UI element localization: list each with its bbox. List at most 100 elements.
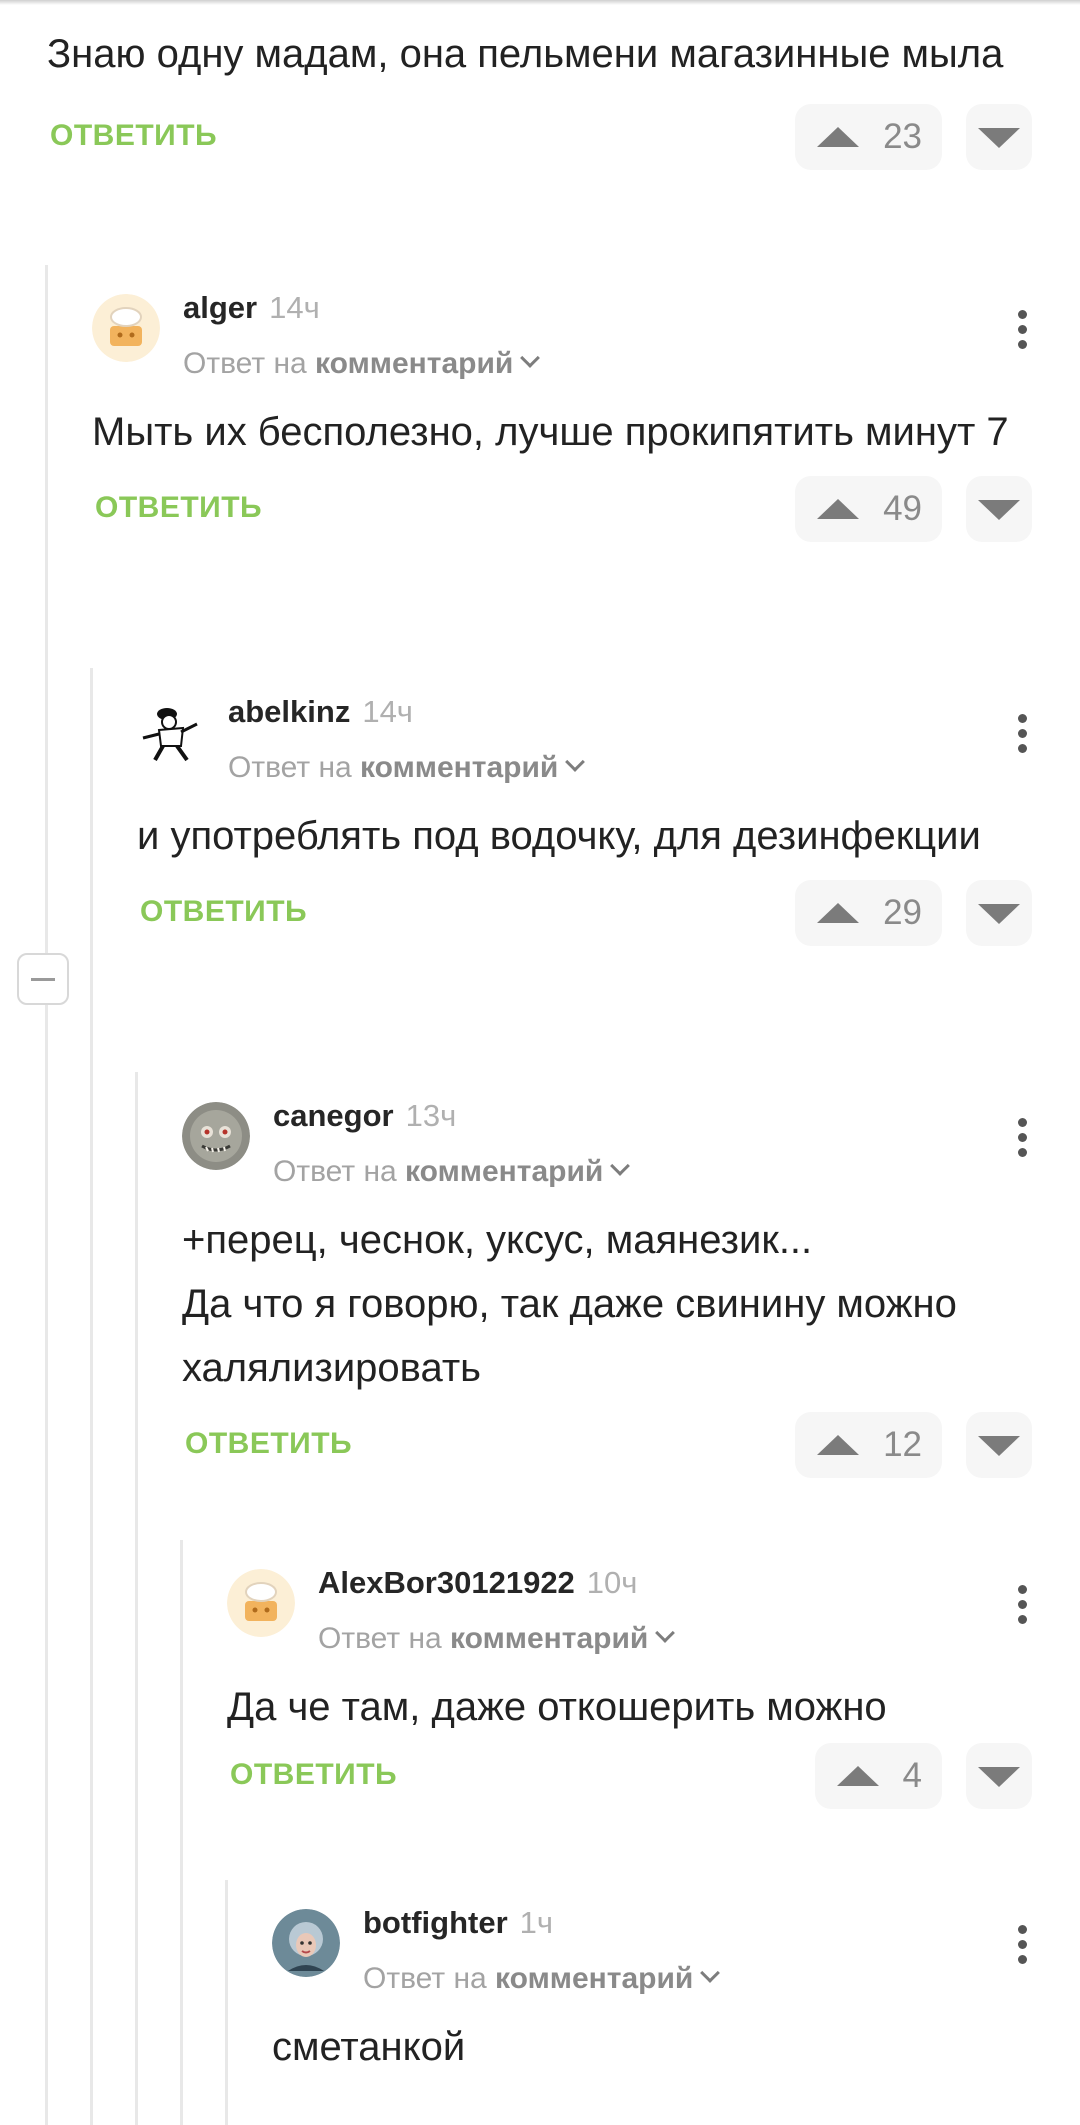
reply-to-prefix: Ответ на bbox=[228, 751, 352, 784]
reply-to-prefix: Ответ на bbox=[273, 1155, 397, 1188]
comment: AlexBor30121922 10ч Ответ на комментарий … bbox=[227, 1565, 1032, 1809]
collapse-thread-button[interactable] bbox=[17, 953, 69, 1005]
reply-to-target[interactable]: комментарий bbox=[315, 347, 513, 380]
more-menu-button[interactable] bbox=[1012, 1118, 1032, 1164]
dot bbox=[1017, 1118, 1027, 1127]
thread-line[interactable] bbox=[45, 265, 48, 2125]
more-menu-button[interactable] bbox=[1012, 1585, 1032, 1631]
comment-author[interactable]: botfighter 1ч bbox=[363, 1905, 553, 1941]
username[interactable]: abelkinz bbox=[228, 694, 350, 729]
vote-count: 29 bbox=[883, 893, 922, 932]
comment-actions: ОТВЕТИТЬ 4 bbox=[227, 1743, 1032, 1809]
comment-author[interactable]: abelkinz 14ч bbox=[228, 694, 413, 730]
minus-icon bbox=[31, 978, 55, 981]
comment-text: Знаю одну мадам, она пельмени магазинные… bbox=[47, 32, 1004, 76]
downvote-button[interactable] bbox=[966, 104, 1032, 170]
comment-header: abelkinz 14ч Ответ на комментарий bbox=[137, 694, 1032, 804]
arrow-down-icon bbox=[978, 500, 1020, 520]
username[interactable]: botfighter bbox=[363, 1905, 508, 1940]
comment-time: 14ч bbox=[362, 694, 413, 729]
username[interactable]: canegor bbox=[273, 1098, 394, 1133]
arrow-down-icon bbox=[978, 128, 1020, 148]
reply-to-prefix: Ответ на bbox=[363, 1962, 487, 1995]
reply-to-toggle[interactable]: Ответ на комментарий bbox=[363, 1962, 721, 1996]
dot bbox=[1017, 1940, 1027, 1949]
arrow-up-icon bbox=[817, 127, 860, 147]
dot bbox=[1017, 1925, 1027, 1934]
thread-line[interactable] bbox=[225, 1880, 228, 2125]
comment: botfighter 1ч Ответ на комментарий сметан… bbox=[272, 1905, 1032, 2079]
dot bbox=[1017, 714, 1027, 723]
thread-line[interactable] bbox=[90, 668, 93, 2125]
reply-to-toggle[interactable]: Ответ на комментарий bbox=[273, 1155, 631, 1189]
more-menu-button[interactable] bbox=[1012, 714, 1032, 760]
reply-to-target[interactable]: комментарий bbox=[495, 1962, 693, 1995]
vote-count: 49 bbox=[883, 489, 922, 528]
comment-author[interactable]: alger 14ч bbox=[183, 290, 320, 326]
comment: abelkinz 14ч Ответ на комментарий и употр… bbox=[137, 694, 1032, 946]
vote-count: 4 bbox=[902, 1756, 922, 1795]
arrow-up-icon bbox=[817, 1435, 860, 1455]
arrow-up-icon bbox=[817, 499, 860, 519]
avatar[interactable] bbox=[92, 294, 160, 362]
reply-to-target[interactable]: комментарий bbox=[405, 1155, 603, 1188]
upvote-button[interactable]: 4 bbox=[814, 1743, 942, 1809]
comment-time: 10ч bbox=[586, 1565, 638, 1600]
more-menu-button[interactable] bbox=[1012, 310, 1032, 356]
downvote-button[interactable] bbox=[966, 476, 1032, 542]
reply-to-toggle[interactable]: Ответ на комментарий bbox=[318, 1622, 676, 1656]
dot bbox=[1017, 325, 1027, 334]
chevron-down-icon bbox=[655, 1623, 676, 1643]
reply-to-toggle[interactable]: Ответ на комментарий bbox=[228, 751, 586, 785]
comment-actions: ОТВЕТИТЬ 23 bbox=[47, 104, 1032, 170]
comment-actions: ОТВЕТИТЬ 49 bbox=[92, 476, 1032, 542]
comment-author[interactable]: AlexBor30121922 10ч bbox=[318, 1565, 637, 1601]
reply-button[interactable]: ОТВЕТИТЬ bbox=[185, 1427, 352, 1461]
chevron-down-icon bbox=[565, 752, 586, 772]
avatar[interactable] bbox=[227, 1569, 295, 1637]
username[interactable]: AlexBor30121922 bbox=[318, 1565, 575, 1600]
dot bbox=[1017, 310, 1027, 319]
vote-count: 23 bbox=[883, 117, 922, 156]
comment: alger 14ч Ответ на комментарий Мыть их бе… bbox=[92, 290, 1032, 542]
reply-button[interactable]: ОТВЕТИТЬ bbox=[95, 491, 262, 525]
downvote-button[interactable] bbox=[966, 1412, 1032, 1478]
upvote-button[interactable]: 12 bbox=[795, 1412, 942, 1478]
downvote-button[interactable] bbox=[966, 1743, 1032, 1809]
dot bbox=[1017, 1148, 1027, 1157]
comment-actions: ОТВЕТИТЬ 12 bbox=[182, 1412, 1032, 1478]
upvote-button[interactable]: 29 bbox=[795, 880, 942, 946]
comment-text: Да че там, даже откошерить можно bbox=[227, 1685, 887, 1729]
comment-header: alger 14ч Ответ на комментарий bbox=[92, 290, 1032, 400]
reply-button[interactable]: ОТВЕТИТЬ bbox=[50, 119, 217, 153]
upvote-button[interactable]: 23 bbox=[795, 104, 942, 170]
avatar[interactable] bbox=[272, 1909, 340, 1977]
chevron-down-icon bbox=[610, 1156, 631, 1176]
comment-time: 1ч bbox=[519, 1905, 554, 1940]
arrow-down-icon bbox=[978, 1767, 1020, 1787]
comment-author[interactable]: canegor 13ч bbox=[273, 1098, 456, 1134]
avatar[interactable] bbox=[182, 1102, 250, 1170]
downvote-button[interactable] bbox=[966, 880, 1032, 946]
vote-count: 12 bbox=[883, 1425, 922, 1464]
avatar[interactable] bbox=[137, 698, 205, 766]
more-menu-button[interactable] bbox=[1012, 1925, 1032, 1971]
reply-to-toggle[interactable]: Ответ на комментарий bbox=[183, 347, 541, 381]
comment-header: canegor 13ч Ответ на комментарий bbox=[182, 1098, 1032, 1208]
reply-to-prefix: Ответ на bbox=[318, 1622, 442, 1655]
arrow-down-icon bbox=[978, 1436, 1020, 1456]
reply-button[interactable]: ОТВЕТИТЬ bbox=[140, 895, 307, 929]
reply-button[interactable]: ОТВЕТИТЬ bbox=[230, 1758, 397, 1792]
thread-line[interactable] bbox=[180, 1540, 183, 2125]
comment-time: 14ч bbox=[269, 290, 320, 325]
reply-to-target[interactable]: комментарий bbox=[360, 751, 558, 784]
dot bbox=[1017, 744, 1027, 753]
arrow-up-icon bbox=[836, 1766, 879, 1786]
reply-to-target[interactable]: комментарий bbox=[450, 1622, 648, 1655]
thread-line[interactable] bbox=[135, 1072, 138, 2125]
comment-text: Мыть их бесполезно, лучше прокипятить ми… bbox=[92, 410, 1009, 454]
upvote-button[interactable]: 49 bbox=[795, 476, 942, 542]
comment-time: 13ч bbox=[405, 1098, 457, 1133]
username[interactable]: alger bbox=[183, 290, 257, 325]
dot bbox=[1017, 1615, 1027, 1624]
